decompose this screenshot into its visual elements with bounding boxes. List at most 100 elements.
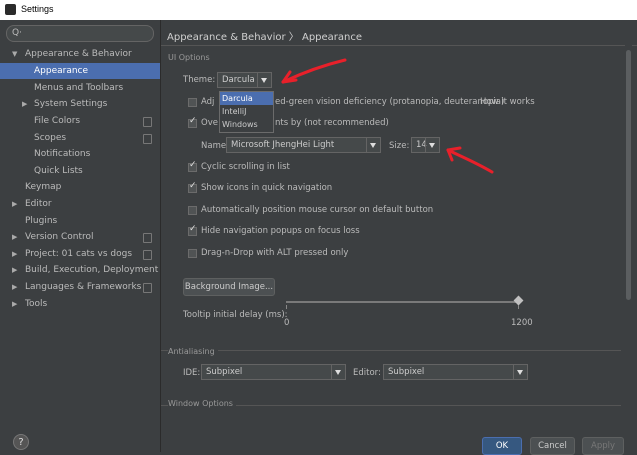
slider-thumb[interactable] [513, 295, 524, 306]
sidebar-item-label: Build, Execution, Deployment [25, 265, 159, 275]
auto-position-checkbox[interactable] [188, 206, 197, 215]
show-icons-checkbox[interactable]: ✓ [188, 181, 197, 193]
sidebar-item-tools[interactable]: ▶ Tools [0, 296, 160, 312]
editor-label: Editor: [353, 368, 381, 378]
sidebar-item-menus-toolbars[interactable]: Menus and Toolbars [0, 80, 160, 96]
chevron-right-icon[interactable]: ▶ [12, 279, 17, 295]
sidebar-item-label: Plugins [25, 216, 58, 226]
cyclic-scrolling-checkbox[interactable]: ✓ [188, 160, 197, 172]
sidebar-item-label: Appearance [34, 66, 89, 76]
sidebar-item-quick-lists[interactable]: Quick Lists [0, 163, 160, 179]
dropdown-arrow-icon[interactable] [331, 365, 345, 379]
scrollbar-thumb[interactable] [626, 50, 631, 300]
font-size-label: Size: [389, 141, 410, 151]
how-it-works-link[interactable]: How it works [480, 97, 535, 107]
sidebar-item-notifications[interactable]: Notifications [0, 146, 160, 162]
apply-button[interactable]: Apply [582, 437, 624, 455]
theme-option-windows[interactable]: Windows [220, 118, 273, 131]
auto-position-label: Automatically position mouse cursor on d… [201, 205, 434, 215]
section-antialiasing: Antialiasing [168, 347, 218, 356]
chevron-down-icon[interactable]: ▼ [12, 46, 17, 62]
font-name-value: Microsoft JhengHei Light [231, 140, 335, 150]
ide-antialiasing-select[interactable]: Subpixel [201, 364, 346, 380]
dropdown-arrow-icon[interactable] [366, 138, 380, 152]
sidebar-item-label: Keymap [25, 182, 62, 192]
sidebar-item-label: Appearance & Behavior [25, 49, 132, 59]
settings-content: Appearance & Behavior 〉 Appearance UI Op… [161, 20, 637, 452]
adjust-colors-label-rest: ed-green vision deficiency (protanopia, … [275, 97, 505, 107]
slider-tick [518, 305, 519, 309]
sidebar-item-editor[interactable]: ▶ Editor [0, 196, 160, 212]
font-size-select[interactable]: 14 [411, 137, 440, 153]
divider [161, 45, 637, 46]
chevron-right-icon[interactable]: ▶ [12, 262, 17, 278]
sidebar-item-keymap[interactable]: Keymap [0, 179, 160, 195]
checkmark-icon: ✓ [189, 116, 197, 126]
editor-antialiasing-select[interactable]: Subpixel [383, 364, 528, 380]
chevron-right-icon[interactable]: ▶ [12, 196, 17, 212]
theme-dropdown-list[interactable]: Darcula IntelliJ Windows [219, 91, 274, 133]
search-input[interactable]: Q· [6, 25, 154, 42]
editor-antialiasing-value: Subpixel [388, 367, 425, 377]
breadcrumb-part: Appearance & Behavior [167, 32, 286, 43]
window-title: Settings [21, 4, 54, 14]
checkmark-icon: ✓ [189, 224, 197, 234]
chevron-right-icon[interactable]: ▶ [12, 296, 17, 312]
sidebar-item-build[interactable]: ▶ Build, Execution, Deployment [0, 262, 160, 278]
sidebar-item-label: Notifications [34, 149, 91, 159]
sidebar-item-label: Tools [25, 299, 48, 309]
scrollbar[interactable] [625, 20, 632, 432]
hide-navigation-checkbox[interactable]: ✓ [188, 224, 197, 236]
drag-drop-checkbox[interactable] [188, 249, 197, 258]
sidebar-item-version-control[interactable]: ▶ Version Control [0, 229, 160, 245]
sidebar-item-label: Scopes [34, 133, 67, 143]
sidebar-item-label: Version Control [25, 232, 94, 242]
sidebar-item-appearance-behavior[interactable]: ▼ Appearance & Behavior [0, 46, 160, 62]
theme-option-intellij[interactable]: IntelliJ [220, 105, 273, 118]
background-image-button[interactable]: Background Image... [183, 278, 275, 296]
sidebar-item-label: Editor [25, 199, 52, 209]
breadcrumb-part: Appearance [301, 32, 363, 43]
chevron-right-icon[interactable]: ▶ [22, 96, 27, 112]
project-scope-icon [143, 233, 152, 243]
chevron-right-icon[interactable]: ▶ [12, 229, 17, 245]
chevron-right-icon[interactable]: ▶ [12, 246, 17, 262]
project-scope-icon [143, 134, 152, 144]
checkmark-icon: ✓ [189, 181, 197, 191]
dropdown-arrow-icon[interactable] [513, 365, 527, 379]
project-scope-icon [143, 250, 152, 260]
dialog-button-bar: ? OK Cancel Apply [0, 431, 637, 455]
dropdown-arrow-icon[interactable] [257, 73, 271, 87]
sidebar-item-project[interactable]: ▶ Project: 01 cats vs dogs [0, 246, 160, 262]
sidebar-item-appearance[interactable]: Appearance [0, 63, 160, 79]
project-scope-icon [143, 117, 152, 127]
override-fonts-checkbox[interactable]: ✓ [188, 116, 197, 128]
adjust-colors-checkbox[interactable] [188, 98, 197, 107]
section-ui-options: UI Options [168, 53, 210, 62]
title-bar: Settings [0, 0, 637, 21]
dropdown-arrow-icon[interactable] [425, 138, 439, 152]
sidebar-item-label: System Settings [34, 99, 108, 109]
slider-min-label: 0 [284, 318, 290, 328]
sidebar-item-scopes[interactable]: Scopes [0, 130, 160, 146]
sidebar-item-file-colors[interactable]: File Colors [0, 113, 160, 129]
tooltip-delay-slider[interactable] [286, 301, 519, 303]
sidebar-item-label: Menus and Toolbars [34, 83, 124, 93]
help-icon[interactable]: ? [13, 434, 29, 450]
override-fonts-label: Ove [201, 118, 218, 128]
theme-option-darcula[interactable]: Darcula [220, 92, 273, 105]
theme-label: Theme: [183, 75, 216, 85]
sidebar-item-languages[interactable]: ▶ Languages & Frameworks [0, 279, 160, 295]
ide-antialiasing-value: Subpixel [206, 367, 243, 377]
cancel-button[interactable]: Cancel [530, 437, 575, 455]
breadcrumb-separator-icon: 〉 [288, 32, 299, 43]
sidebar-item-label: Languages & Frameworks [25, 282, 142, 292]
font-name-select[interactable]: Microsoft JhengHei Light [226, 137, 381, 153]
sidebar-item-plugins[interactable]: Plugins [0, 213, 160, 229]
hide-navigation-label: Hide navigation popups on focus loss [201, 226, 360, 236]
slider-max-label: 1200 [511, 318, 533, 328]
theme-select[interactable]: Darcula [217, 72, 272, 88]
slider-tick [286, 305, 287, 309]
sidebar-item-system-settings[interactable]: ▶ System Settings [0, 96, 160, 112]
ok-button[interactable]: OK [482, 437, 522, 455]
